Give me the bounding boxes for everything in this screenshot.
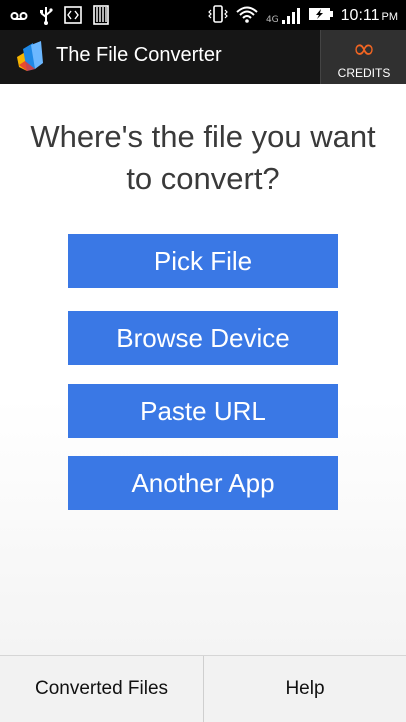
credits-label: CREDITS xyxy=(337,66,391,80)
wifi-icon xyxy=(235,4,259,27)
main-content: Where's the file you want to convert? Pi… xyxy=(0,84,406,655)
vibrate-icon xyxy=(208,4,228,27)
page-prompt: Where's the file you want to convert? xyxy=(30,119,376,196)
voicemail-icon xyxy=(10,9,28,25)
network-type-label: 4G xyxy=(265,14,279,25)
app-logo-icon[interactable] xyxy=(15,39,45,73)
app-title: The File Converter xyxy=(56,44,222,66)
clock: 10:11 PM xyxy=(341,7,398,25)
battery-charging-icon xyxy=(308,6,334,25)
code-icon xyxy=(64,6,82,27)
action-bar: The File Converter ∞ CREDITS xyxy=(0,30,406,84)
paste-url-button[interactable]: Paste URL xyxy=(68,384,338,438)
converted-files-button[interactable]: Converted Files xyxy=(0,656,203,722)
another-app-button[interactable]: Another App xyxy=(68,456,338,510)
notification-icons xyxy=(10,5,109,28)
infinity-icon: ∞ xyxy=(352,32,376,65)
clock-time: 10:11 xyxy=(340,6,380,24)
bottom-bar: Converted Files Help xyxy=(0,655,406,722)
sd-card-icon xyxy=(93,5,109,28)
pick-file-button[interactable]: Pick File xyxy=(68,234,338,288)
status-bar: 4G 10:11 PM xyxy=(0,0,406,30)
credits-button[interactable]: ∞ CREDITS xyxy=(320,30,406,84)
system-icons: 4G 10:11 PM xyxy=(208,4,398,27)
usb-icon xyxy=(39,5,53,28)
browse-device-button[interactable]: Browse Device xyxy=(68,311,338,365)
clock-ampm: PM xyxy=(381,10,399,23)
help-button[interactable]: Help xyxy=(204,656,406,722)
signal-4g-icon: 4G xyxy=(266,7,301,25)
